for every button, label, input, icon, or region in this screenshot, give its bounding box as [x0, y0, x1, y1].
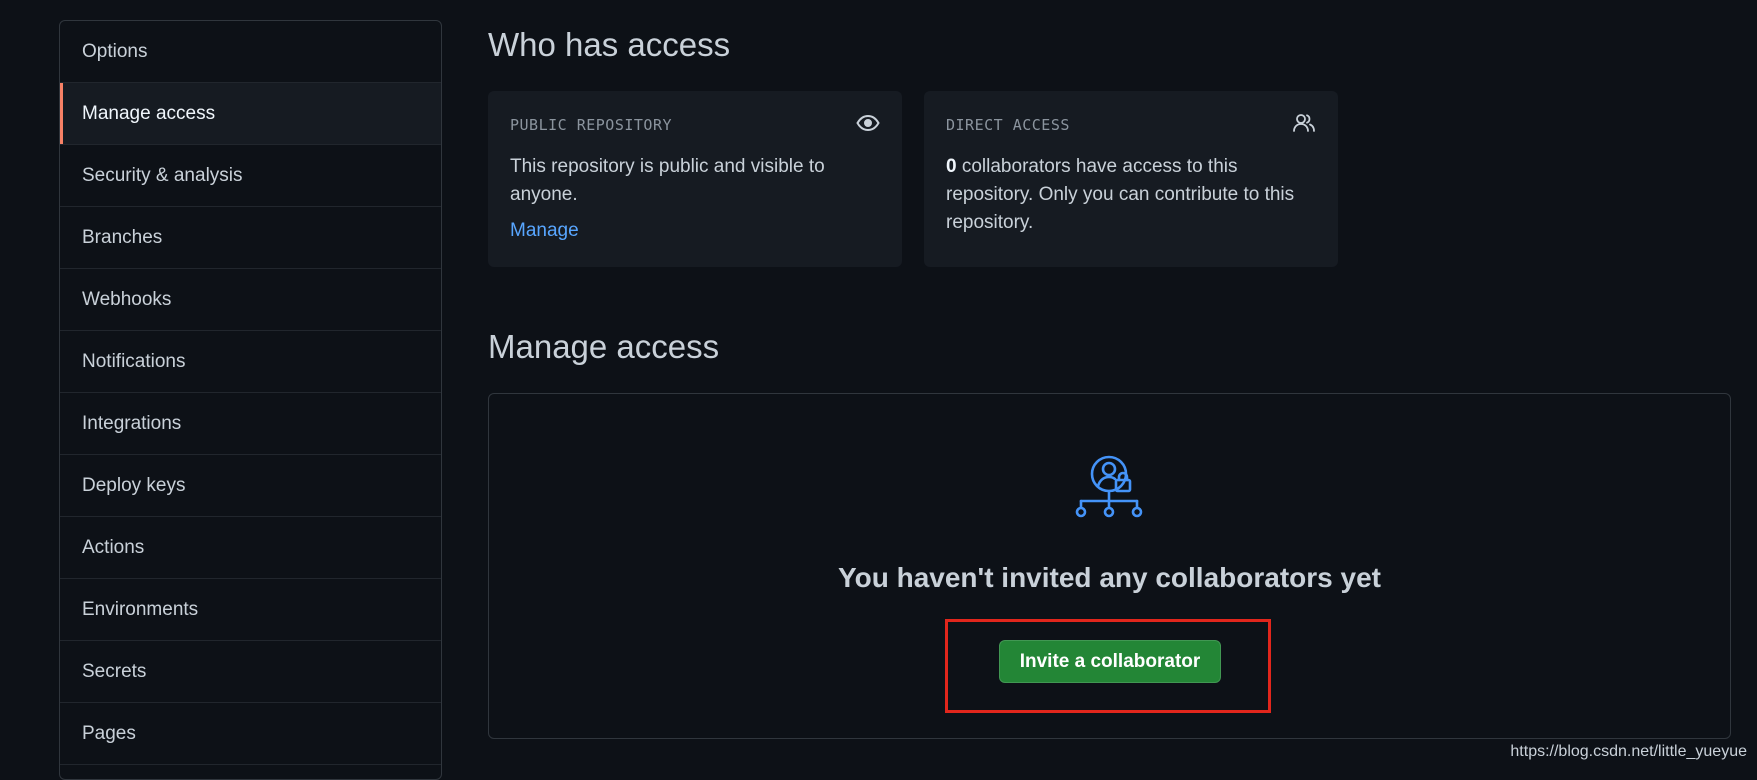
sidebar-item-label: Notifications — [82, 351, 186, 373]
sidebar-item-environments[interactable]: Environments — [60, 579, 441, 641]
sidebar-item-label: Webhooks — [82, 289, 171, 311]
sidebar-item-label: Security & analysis — [82, 165, 243, 187]
sidebar-item-branches[interactable]: Branches — [60, 207, 441, 269]
sidebar-item-notifications[interactable]: Notifications — [60, 331, 441, 393]
card-heading: DIRECT ACCESS — [946, 116, 1070, 134]
sidebar-item-label: Integrations — [82, 413, 181, 435]
manage-visibility-link[interactable]: Manage — [510, 220, 579, 242]
sidebar-item-label: Branches — [82, 227, 162, 249]
person-lock-network-icon — [1073, 454, 1149, 531]
sidebar-item-label: Manage access — [82, 103, 215, 125]
people-icon — [1292, 111, 1316, 139]
sidebar-item-label: Options — [82, 41, 147, 63]
sidebar-item-label: Environments — [82, 599, 198, 621]
direct-access-description: collaborators have access to this reposi… — [946, 156, 1294, 233]
card-header: PUBLIC REPOSITORY — [510, 115, 880, 135]
manage-access-title: Manage access — [488, 328, 719, 366]
card-header: DIRECT ACCESS — [946, 115, 1316, 135]
empty-state-title: You haven't invited any collaborators ye… — [489, 562, 1730, 594]
eye-icon — [856, 111, 880, 139]
sidebar-item-manage-access[interactable]: Manage access — [60, 83, 441, 145]
collaborators-empty-state: You haven't invited any collaborators ye… — [488, 393, 1731, 739]
sidebar-item-pages[interactable]: Pages — [60, 703, 441, 765]
settings-sidebar: Options Manage access Security & analysi… — [59, 20, 442, 780]
collaborator-count: 0 — [946, 156, 957, 177]
card-heading: PUBLIC REPOSITORY — [510, 116, 672, 134]
sidebar-item-security-analysis[interactable]: Security & analysis — [60, 145, 441, 207]
sidebar-item-label: Pages — [82, 723, 136, 745]
public-repository-card: PUBLIC REPOSITORY This repository is pub… — [488, 91, 902, 267]
sidebar-item-label: Actions — [82, 537, 144, 559]
sidebar-item-secrets[interactable]: Secrets — [60, 641, 441, 703]
sidebar-item-options[interactable]: Options — [60, 21, 441, 83]
watermark-url: https://blog.csdn.net/little_yueyue — [1510, 743, 1747, 761]
sidebar-item-actions[interactable]: Actions — [60, 517, 441, 579]
sidebar-item-webhooks[interactable]: Webhooks — [60, 269, 441, 331]
sidebar-item-integrations[interactable]: Integrations — [60, 393, 441, 455]
direct-access-text: 0 collaborators have access to this repo… — [946, 153, 1316, 237]
direct-access-card: DIRECT ACCESS 0 collaborators have acces… — [924, 91, 1338, 267]
sidebar-item-label: Secrets — [82, 661, 146, 683]
sidebar-item-deploy-keys[interactable]: Deploy keys — [60, 455, 441, 517]
who-has-access-title: Who has access — [488, 26, 730, 64]
public-repository-text: This repository is public and visible to… — [510, 153, 880, 209]
sidebar-item-label: Deploy keys — [82, 475, 186, 497]
invite-collaborator-button[interactable]: Invite a collaborator — [999, 640, 1221, 683]
